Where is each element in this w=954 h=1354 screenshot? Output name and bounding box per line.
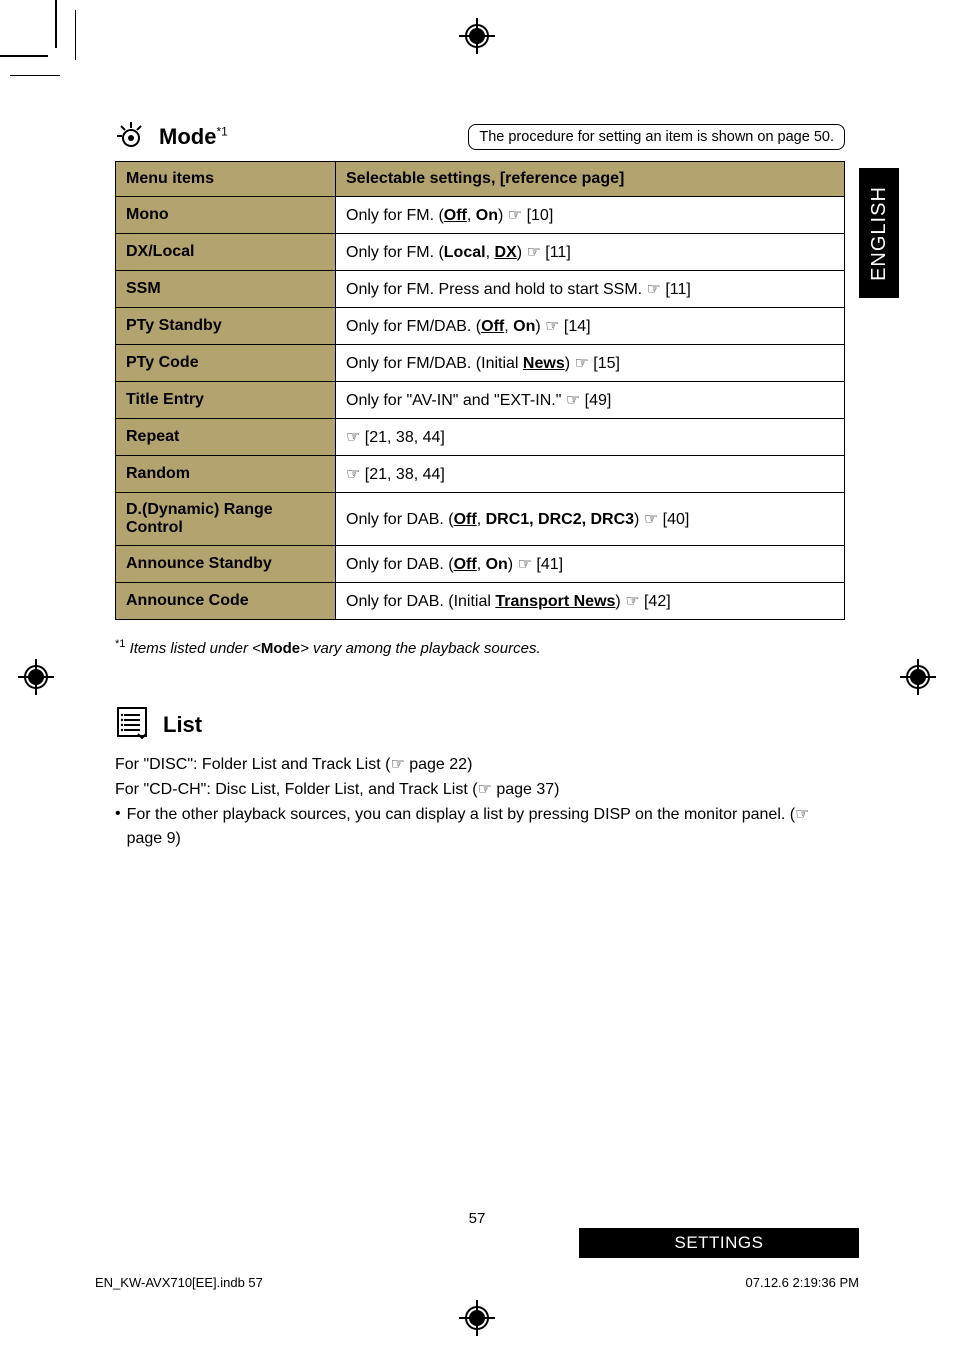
footer-left: EN_KW-AVX710[EE].indb 57 (95, 1275, 263, 1290)
menu-item-value: Only for DAB. (Initial Transport News) ☞… (336, 583, 845, 620)
menu-item-value: Only for "AV-IN" and "EXT-IN." ☞ [49] (336, 382, 845, 419)
table-row: PTy CodeOnly for FM/DAB. (Initial News) … (116, 345, 845, 382)
menu-item-value: Only for FM. (Local, DX) ☞ [11] (336, 234, 845, 271)
list-bullet: • For the other playback sources, you ca… (115, 802, 845, 851)
menu-item-label: PTy Code (116, 345, 336, 382)
list-icon (115, 705, 149, 744)
table-row: SSMOnly for FM. Press and hold to start … (116, 271, 845, 308)
section-bar: SETTINGS (579, 1228, 859, 1258)
menu-item-value: Only for FM/DAB. (Initial News) ☞ [15] (336, 345, 845, 382)
bullet-dot: • (115, 802, 121, 851)
crop-mark (55, 0, 57, 48)
registration-mark-icon (900, 659, 936, 695)
menu-item-label: D.(Dynamic) Range Control (116, 493, 336, 546)
menu-item-label: SSM (116, 271, 336, 308)
table-row: Announce CodeOnly for DAB. (Initial Tran… (116, 583, 845, 620)
menu-item-value: Only for DAB. (Off, DRC1, DRC2, DRC3) ☞ … (336, 493, 845, 546)
table-row: DX/LocalOnly for FM. (Local, DX) ☞ [11] (116, 234, 845, 271)
table-row: D.(Dynamic) Range ControlOnly for DAB. (… (116, 493, 845, 546)
table-row: Random☞ [21, 38, 44] (116, 456, 845, 493)
mode-menu-table: Menu items Selectable settings, [referen… (115, 161, 845, 620)
language-tab: ENGLISH (859, 168, 899, 298)
table-row: Announce StandbyOnly for DAB. (Off, On) … (116, 546, 845, 583)
mode-title-sup: *1 (216, 124, 227, 138)
menu-item-value: Only for DAB. (Off, On) ☞ [41] (336, 546, 845, 583)
registration-mark-icon (459, 1300, 495, 1336)
footnote-text: Items listed under <Mode> vary among the… (130, 640, 541, 657)
mode-icon (115, 118, 147, 155)
list-body: For "DISC": Folder List and Track List (… (115, 752, 845, 851)
footer-right: 07.12.6 2:19:36 PM (746, 1275, 859, 1290)
menu-item-label: Repeat (116, 419, 336, 456)
menu-item-label: Announce Standby (116, 546, 336, 583)
mode-title-text: Mode (159, 124, 216, 149)
registration-mark-icon (18, 659, 54, 695)
menu-item-value: Only for FM/DAB. (Off, On) ☞ [14] (336, 308, 845, 345)
menu-item-label: Mono (116, 197, 336, 234)
procedure-note: The procedure for setting an item is sho… (468, 124, 845, 150)
list-bullet-text: For the other playback sources, you can … (127, 802, 845, 851)
language-tab-label: ENGLISH (868, 186, 891, 281)
table-row: PTy StandbyOnly for FM/DAB. (Off, On) ☞ … (116, 308, 845, 345)
table-header-right: Selectable settings, [reference page] (336, 162, 845, 197)
crop-mark (75, 10, 76, 60)
menu-item-value: ☞ [21, 38, 44] (336, 419, 845, 456)
menu-item-value: Only for FM. (Off, On) ☞ [10] (336, 197, 845, 234)
menu-item-value: Only for FM. Press and hold to start SSM… (336, 271, 845, 308)
menu-item-label: Random (116, 456, 336, 493)
menu-item-label: Title Entry (116, 382, 336, 419)
table-row: Title EntryOnly for "AV-IN" and "EXT-IN.… (116, 382, 845, 419)
list-heading: List (163, 712, 202, 738)
menu-item-label: Announce Code (116, 583, 336, 620)
registration-mark-icon (459, 18, 495, 54)
list-line: For "DISC": Folder List and Track List (… (115, 752, 845, 777)
list-line: For "CD-CH": Disc List, Folder List, and… (115, 777, 845, 802)
footer-metadata: EN_KW-AVX710[EE].indb 57 07.12.6 2:19:36… (95, 1275, 859, 1290)
footnote-sup: *1 (115, 638, 125, 650)
menu-item-value: ☞ [21, 38, 44] (336, 456, 845, 493)
menu-item-label: PTy Standby (116, 308, 336, 345)
table-header-left: Menu items (116, 162, 336, 197)
table-row: MonoOnly for FM. (Off, On) ☞ [10] (116, 197, 845, 234)
footnote: *1 Items listed under <Mode> vary among … (115, 638, 845, 657)
table-row: Repeat☞ [21, 38, 44] (116, 419, 845, 456)
menu-item-label: DX/Local (116, 234, 336, 271)
crop-mark (10, 75, 60, 76)
page-number: 57 (0, 1210, 954, 1227)
mode-heading: Mode*1 (159, 124, 228, 150)
crop-mark (0, 55, 48, 57)
